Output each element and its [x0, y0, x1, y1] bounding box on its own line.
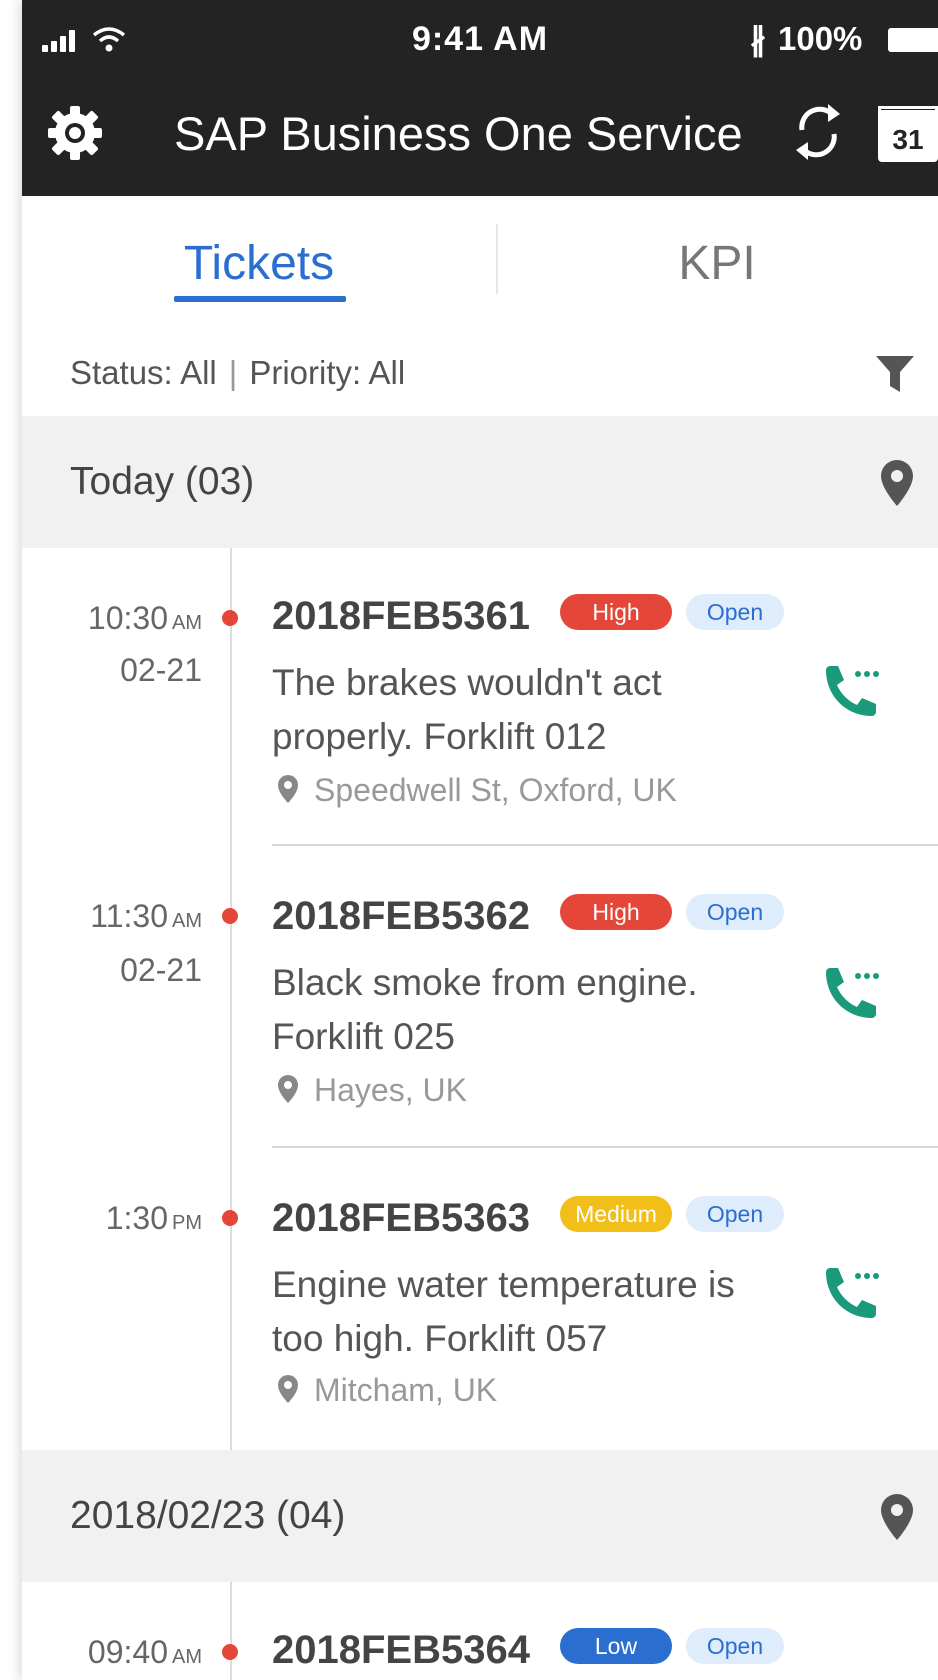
priority-badge: High	[560, 594, 672, 630]
tab-bar: Tickets KPI	[22, 196, 938, 326]
top-header: 9:41 AM ∦ 100% SAP Business One Service …	[22, 0, 938, 196]
settings-gear-icon[interactable]	[46, 104, 104, 162]
map-pin-icon[interactable]	[878, 1492, 916, 1542]
phone-screen: 9:41 AM ∦ 100% SAP Business One Service …	[22, 0, 938, 1680]
ticket-item[interactable]: 10:30 AM 02-21 2018FEB5361 High Open The …	[22, 548, 938, 850]
filter-summary[interactable]: Status: All | Priority: All	[70, 354, 405, 392]
tab-tickets-label: Tickets	[183, 237, 335, 290]
priority-badge: Low	[560, 1628, 672, 1664]
battery-icon	[888, 28, 938, 52]
ticket-time: 11:30 AM	[90, 898, 202, 934]
status-bar: 9:41 AM ∦ 100%	[22, 14, 938, 64]
priority-badge: Medium	[560, 1196, 672, 1232]
calendar-icon[interactable]: 31	[878, 96, 938, 166]
section-title: 2018/02/23 (04)	[70, 1494, 346, 1537]
timeline-dot	[222, 1210, 238, 1226]
location-pin-icon	[278, 1075, 298, 1103]
app-title: SAP Business One Service	[174, 107, 743, 160]
ticket-date: 02-21	[120, 952, 202, 988]
ticket-date: 02-21	[120, 652, 202, 688]
timeline-dot	[222, 1644, 238, 1660]
location-pin-icon	[278, 775, 298, 803]
tab-tickets[interactable]: Tickets	[22, 196, 496, 324]
status-filter: Status: All	[70, 354, 217, 391]
priority-badge: High	[560, 894, 672, 930]
status-badge: Open	[686, 894, 784, 930]
ticket-item[interactable]: 11:30 AM 02-21 2018FEB5362 High Open Blac…	[22, 850, 938, 1150]
tab-kpi[interactable]: KPI	[496, 196, 938, 324]
ticket-id: 2018FEB5362	[272, 894, 530, 938]
bluetooth-icon: ∦	[750, 21, 766, 57]
sync-icon[interactable]	[794, 100, 842, 164]
location-pin-icon	[278, 1375, 298, 1403]
filter-bar: Status: All | Priority: All	[22, 324, 938, 416]
ticket-description: Black smoke from engine. Forklift 025	[272, 962, 698, 1057]
section-title: Today (03)	[70, 460, 255, 503]
ticket-location: Speedwell St, Oxford, UK	[276, 772, 677, 809]
ticket-description: The brakes wouldn't act properly. Forkli…	[272, 662, 662, 757]
ticket-item[interactable]: 1:30 PM 2018FEB5363 Medium Open Engine wa…	[22, 1150, 938, 1450]
ticket-divider	[272, 1146, 938, 1148]
phone-call-icon[interactable]	[818, 660, 882, 724]
filter-icon[interactable]	[874, 354, 916, 394]
ticket-time: 1:30 PM	[105, 1200, 202, 1236]
calendar-day: 31	[892, 124, 924, 155]
section-header-today: Today (03)	[22, 416, 938, 548]
ticket-description: Engine water temperature is too high. Fo…	[272, 1264, 735, 1359]
ticket-time: 10:30 AM	[87, 600, 202, 636]
status-badge: Open	[686, 1196, 784, 1232]
tab-kpi-label: KPI	[678, 237, 756, 290]
filter-separator: |	[228, 354, 238, 391]
phone-call-icon[interactable]	[818, 962, 882, 1026]
app-bar: SAP Business One Service 31	[22, 86, 938, 182]
ticket-divider	[272, 844, 938, 846]
active-tab-indicator	[174, 296, 346, 302]
ticket-id: 2018FEB5363	[272, 1196, 530, 1240]
priority-filter: Priority: All	[249, 354, 406, 391]
battery-level: 100%	[778, 20, 863, 57]
section-header-date: 2018/02/23 (04)	[22, 1450, 938, 1582]
ticket-time: 09:40 AM	[87, 1634, 202, 1670]
ticket-location: Mitcham, UK	[276, 1372, 497, 1409]
timeline-dot	[222, 610, 238, 626]
ticket-item[interactable]: 09:40 AM 2018FEB5364 Low Open	[22, 1582, 938, 1680]
ticket-location: Hayes, UK	[276, 1072, 467, 1109]
status-badge: Open	[686, 1628, 784, 1664]
timeline-dot	[222, 908, 238, 924]
map-pin-icon[interactable]	[878, 458, 916, 508]
status-badge: Open	[686, 594, 784, 630]
ticket-id: 2018FEB5364	[272, 1628, 530, 1672]
phone-call-icon[interactable]	[818, 1262, 882, 1326]
ticket-id: 2018FEB5361	[272, 594, 530, 638]
